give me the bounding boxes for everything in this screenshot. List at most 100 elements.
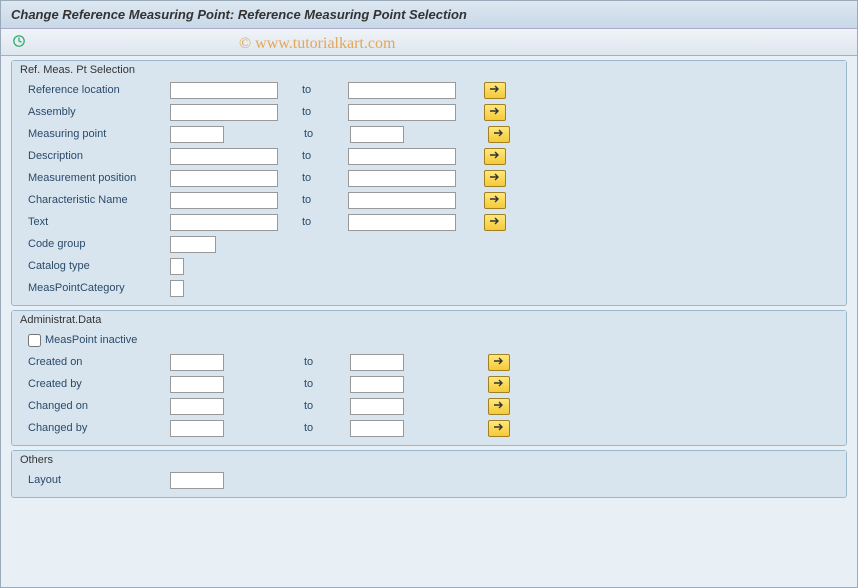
multiple-selection-button[interactable] xyxy=(488,354,510,371)
row-assembly: Assembly to xyxy=(20,101,838,123)
to-label: to xyxy=(280,422,350,434)
multiple-selection-button[interactable] xyxy=(484,148,506,165)
multiple-selection-button[interactable] xyxy=(484,192,506,209)
changed-on-from-input[interactable] xyxy=(170,398,224,415)
layout-input[interactable] xyxy=(170,472,224,489)
page-title: Change Reference Measuring Point: Refere… xyxy=(11,7,847,22)
created-by-to-input[interactable] xyxy=(350,376,404,393)
created-on-to-input[interactable] xyxy=(350,354,404,371)
label-characteristic-name: Characteristic Name xyxy=(28,194,170,206)
changed-on-to-input[interactable] xyxy=(350,398,404,415)
row-catalog-type: Catalog type xyxy=(20,255,838,277)
row-layout: Layout xyxy=(20,469,838,491)
label-layout: Layout xyxy=(28,474,170,486)
arrow-right-icon xyxy=(493,356,505,369)
label-measuring-point: Measuring point xyxy=(28,128,170,140)
row-created-on: Created on to xyxy=(20,351,838,373)
label-created-on: Created on xyxy=(28,356,170,368)
row-text: Text to xyxy=(20,211,838,233)
row-description: Description to xyxy=(20,145,838,167)
reference-location-from-input[interactable] xyxy=(170,82,278,99)
description-from-input[interactable] xyxy=(170,148,278,165)
label-measpoint-category: MeasPointCategory xyxy=(28,282,170,294)
label-assembly: Assembly xyxy=(28,106,170,118)
row-changed-on: Changed on to xyxy=(20,395,838,417)
group-title: Administrat.Data xyxy=(12,311,846,327)
to-label: to xyxy=(280,356,350,368)
group-others: Others Layout xyxy=(11,450,847,498)
multiple-selection-button[interactable] xyxy=(484,104,506,121)
label-code-group: Code group xyxy=(28,238,170,250)
row-reference-location: Reference location to xyxy=(20,79,838,101)
group-ref-meas-selection: Ref. Meas. Pt Selection Reference locati… xyxy=(11,60,847,306)
to-label: to xyxy=(280,128,350,140)
clock-execute-icon xyxy=(12,34,26,51)
measuring-point-from-input[interactable] xyxy=(170,126,224,143)
characteristic-name-from-input[interactable] xyxy=(170,192,278,209)
to-label: to xyxy=(280,400,350,412)
row-measurement-position: Measurement position to xyxy=(20,167,838,189)
catalog-type-input[interactable] xyxy=(170,258,184,275)
arrow-right-icon xyxy=(489,216,501,229)
changed-by-to-input[interactable] xyxy=(350,420,404,437)
execute-button[interactable] xyxy=(9,32,29,52)
label-description: Description xyxy=(28,150,170,162)
group-title: Ref. Meas. Pt Selection xyxy=(12,61,846,77)
label-measpoint-inactive: MeasPoint inactive xyxy=(45,334,137,346)
arrow-right-icon xyxy=(493,128,505,141)
arrow-right-icon xyxy=(489,172,501,185)
assembly-from-input[interactable] xyxy=(170,104,278,121)
multiple-selection-button[interactable] xyxy=(488,126,510,143)
to-label: to xyxy=(280,378,350,390)
arrow-right-icon xyxy=(493,400,505,413)
toolbar xyxy=(1,29,857,56)
to-label: to xyxy=(278,194,348,206)
arrow-right-icon xyxy=(493,378,505,391)
to-label: to xyxy=(278,106,348,118)
arrow-right-icon xyxy=(489,106,501,119)
label-changed-on: Changed on xyxy=(28,400,170,412)
row-characteristic-name: Characteristic Name to xyxy=(20,189,838,211)
multiple-selection-button[interactable] xyxy=(488,398,510,415)
measurement-position-to-input[interactable] xyxy=(348,170,456,187)
to-label: to xyxy=(278,84,348,96)
description-to-input[interactable] xyxy=(348,148,456,165)
text-from-input[interactable] xyxy=(170,214,278,231)
multiple-selection-button[interactable] xyxy=(488,376,510,393)
code-group-input[interactable] xyxy=(170,236,216,253)
label-measurement-position: Measurement position xyxy=(28,172,170,184)
label-created-by: Created by xyxy=(28,378,170,390)
group-administrat-data: Administrat.Data MeasPoint inactive Crea… xyxy=(11,310,847,446)
title-bar: Change Reference Measuring Point: Refere… xyxy=(1,1,857,29)
multiple-selection-button[interactable] xyxy=(484,214,506,231)
assembly-to-input[interactable] xyxy=(348,104,456,121)
reference-location-to-input[interactable] xyxy=(348,82,456,99)
arrow-right-icon xyxy=(489,84,501,97)
row-created-by: Created by to xyxy=(20,373,838,395)
label-catalog-type: Catalog type xyxy=(28,260,170,272)
multiple-selection-button[interactable] xyxy=(484,82,506,99)
measuring-point-to-input[interactable] xyxy=(350,126,404,143)
label-text: Text xyxy=(28,216,170,228)
arrow-right-icon xyxy=(489,150,501,163)
row-measpoint-category: MeasPointCategory xyxy=(20,277,838,299)
group-title: Others xyxy=(12,451,846,467)
row-code-group: Code group xyxy=(20,233,838,255)
row-measpoint-inactive: MeasPoint inactive xyxy=(20,329,838,351)
measpoint-category-input[interactable] xyxy=(170,280,184,297)
label-changed-by: Changed by xyxy=(28,422,170,434)
created-on-from-input[interactable] xyxy=(170,354,224,371)
row-measuring-point: Measuring point to xyxy=(20,123,838,145)
measurement-position-from-input[interactable] xyxy=(170,170,278,187)
multiple-selection-button[interactable] xyxy=(484,170,506,187)
measpoint-inactive-checkbox[interactable] xyxy=(28,334,41,347)
arrow-right-icon xyxy=(489,194,501,207)
created-by-from-input[interactable] xyxy=(170,376,224,393)
arrow-right-icon xyxy=(493,422,505,435)
characteristic-name-to-input[interactable] xyxy=(348,192,456,209)
label-reference-location: Reference location xyxy=(28,84,170,96)
multiple-selection-button[interactable] xyxy=(488,420,510,437)
to-label: to xyxy=(278,150,348,162)
changed-by-from-input[interactable] xyxy=(170,420,224,437)
text-to-input[interactable] xyxy=(348,214,456,231)
